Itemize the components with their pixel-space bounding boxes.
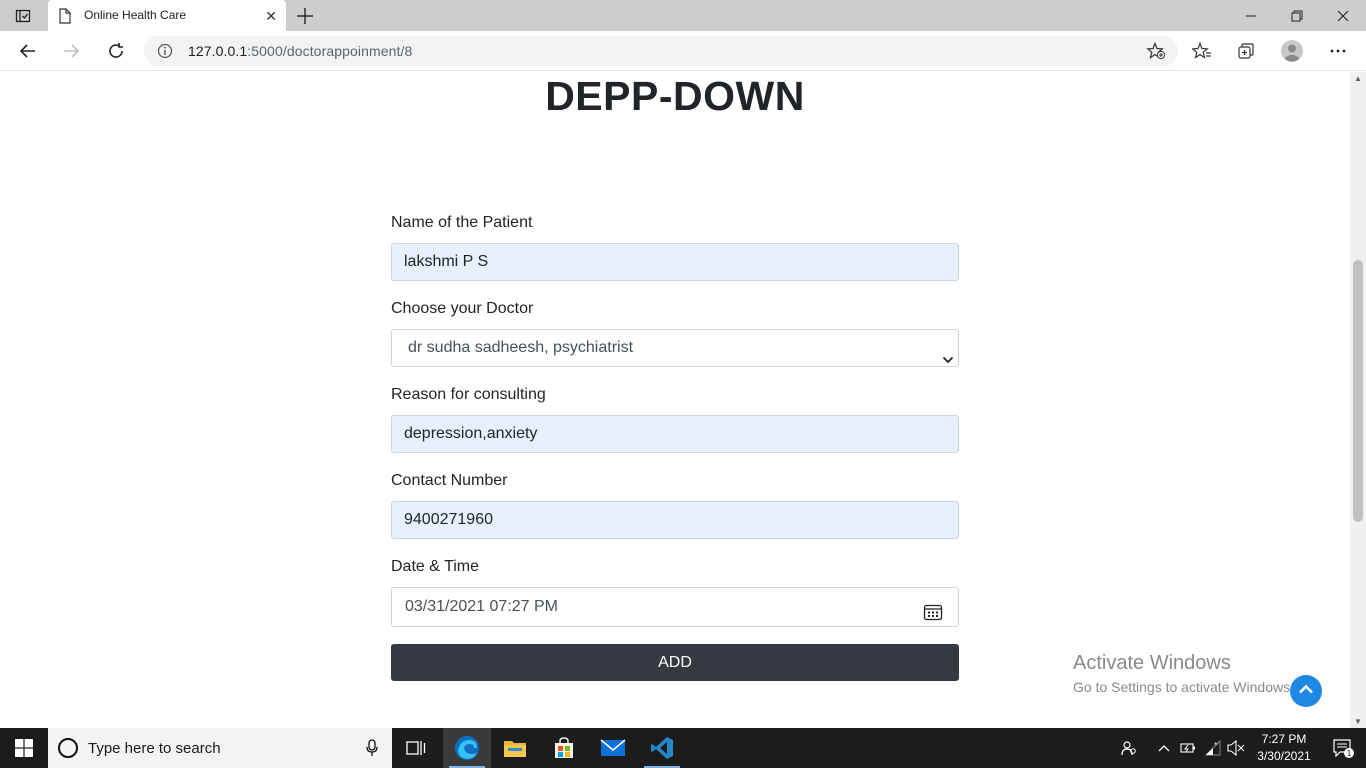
url-field[interactable]: 127.0.0.1:5000/doctorappoinment/8 — [144, 36, 1178, 66]
page-content: DEPP-DOWN Name of the Patient lakshmi P … — [0, 72, 1350, 728]
restore-icon[interactable] — [1274, 0, 1320, 31]
page-icon — [58, 8, 72, 29]
taskbar: Type here to search * 7:27 PM 3/30/2021 … — [0, 728, 1366, 768]
page-title: DEPP-DOWN — [545, 73, 805, 119]
favorites-icon[interactable] — [1190, 39, 1214, 63]
watermark-title: Activate Windows — [1073, 652, 1231, 674]
minimize-icon[interactable] — [1228, 0, 1274, 31]
datetime-input[interactable]: 03/31/2021 07:27 PM — [391, 587, 959, 627]
chevron-up-icon[interactable] — [1154, 728, 1174, 768]
edge-browser-icon[interactable] — [443, 728, 491, 768]
reason-label: Reason for consulting — [391, 386, 546, 403]
notification-icon[interactable]: 1 — [1320, 728, 1366, 768]
chevron-down-icon — [942, 343, 954, 379]
tab-actions-icon[interactable] — [8, 5, 38, 27]
url-host: 127.0.0.1 — [188, 43, 248, 59]
scroll-to-top-button[interactable] — [1290, 675, 1322, 707]
datetime-value: 03/31/2021 07:27 PM — [405, 598, 559, 615]
file-explorer-icon[interactable] — [491, 728, 539, 768]
vscode-icon[interactable] — [638, 728, 686, 768]
microphone-icon[interactable] — [366, 739, 378, 762]
close-icon[interactable]: ✕ — [265, 8, 277, 24]
refresh-icon[interactable] — [104, 39, 128, 63]
clock-time: 7:27 PM — [1261, 732, 1307, 746]
collections-icon[interactable] — [1234, 39, 1258, 63]
forward-arrow-icon[interactable] — [59, 39, 83, 63]
browser-tab-bar: Online Health Care ✕ — [0, 0, 1366, 32]
datetime-label: Date & Time — [391, 558, 480, 575]
scroll-down-arrow-icon[interactable]: ▼ — [1354, 717, 1362, 726]
browser-tab[interactable]: Online Health Care ✕ — [48, 0, 286, 32]
info-icon[interactable] — [157, 43, 173, 64]
url-path: :5000/doctorappoinment/8 — [247, 43, 413, 59]
wifi-icon[interactable]: * — [1202, 728, 1224, 768]
taskbar-search-placeholder: Type here to search — [88, 740, 221, 757]
people-icon[interactable] — [1116, 728, 1142, 768]
notification-count: 1 — [1346, 749, 1351, 758]
chevron-up-icon — [1298, 682, 1314, 700]
page-scrollbar[interactable]: ▲ ▼ — [1350, 72, 1366, 728]
clock-date: 3/30/2021 — [1257, 749, 1311, 763]
svg-text:*: * — [1214, 741, 1218, 749]
task-view-icon[interactable] — [392, 728, 440, 768]
watermark-subtitle: Go to Settings to activate Windows. — [1073, 679, 1294, 695]
doctor-label: Choose your Doctor — [391, 300, 534, 317]
contact-input[interactable]: 9400271960 — [391, 501, 959, 539]
battery-icon[interactable] — [1178, 728, 1200, 768]
plus-icon[interactable] — [294, 5, 316, 27]
mail-icon[interactable] — [589, 728, 637, 768]
scroll-up-arrow-icon[interactable]: ▲ — [1354, 74, 1362, 83]
contact-label: Contact Number — [391, 472, 508, 489]
store-icon[interactable] — [540, 728, 588, 768]
patient-name-label: Name of the Patient — [391, 214, 533, 231]
taskbar-search-box[interactable]: Type here to search — [48, 728, 392, 768]
windows-start-icon[interactable] — [0, 728, 48, 768]
url-text: 127.0.0.1:5000/doctorappoinment/8 — [188, 43, 412, 59]
tab-title: Online Health Care — [84, 8, 187, 22]
activate-windows-watermark: Activate Windows Go to Settings to activ… — [1073, 652, 1294, 695]
calendar-icon[interactable] — [923, 598, 943, 636]
reason-input[interactable]: depression,anxiety — [391, 415, 959, 453]
add-favorite-icon[interactable] — [1146, 41, 1166, 65]
scroll-thumb[interactable] — [1353, 260, 1363, 522]
doctor-select[interactable]: dr sudha sadheesh, psychiatrist — [391, 329, 959, 367]
patient-name-input[interactable]: lakshmi P S — [391, 243, 959, 281]
volume-muted-icon[interactable] — [1226, 728, 1246, 768]
taskbar-clock[interactable]: 7:27 PM 3/30/2021 — [1248, 731, 1320, 765]
cortana-icon — [58, 738, 78, 758]
more-icon[interactable] — [1326, 39, 1350, 63]
address-bar: 127.0.0.1:5000/doctorappoinment/8 — [0, 31, 1366, 71]
close-window-icon[interactable] — [1320, 0, 1366, 31]
doctor-select-value: dr sudha sadheesh, psychiatrist — [408, 339, 634, 356]
profile-icon[interactable] — [1280, 39, 1304, 63]
back-arrow-icon[interactable] — [16, 39, 40, 63]
add-button[interactable]: ADD — [391, 644, 959, 681]
